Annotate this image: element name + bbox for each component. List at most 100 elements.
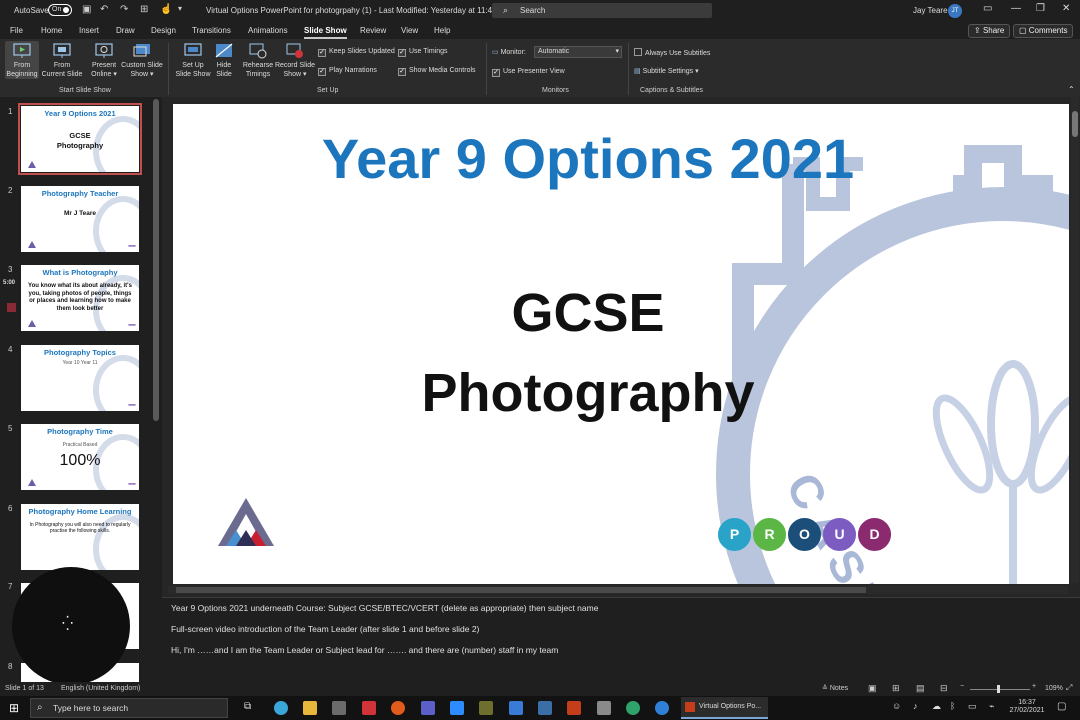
bluetooth-icon[interactable]: ᛒ [950,701,955,711]
undo-icon[interactable]: ↶ [100,4,108,15]
ribbon-display-icon[interactable]: ▭ [983,3,992,14]
present-online-button[interactable]: Present Online ▾ [88,43,120,79]
tab-draw[interactable]: Draw [116,26,135,35]
tab-animations[interactable]: Animations [248,26,288,35]
slideshow-view-icon[interactable]: ⊟ [940,683,948,694]
customize-qat-icon[interactable]: ▾ [178,4,182,13]
hide-slide-button[interactable]: Hide Slide [212,43,236,79]
app-orange-icon[interactable] [391,701,405,715]
speaker-notes-pane[interactable]: Year 9 Options 2021 underneath Course: S… [162,597,1080,682]
search-input[interactable]: ⌕ Search [492,3,712,18]
teams-icon[interactable] [421,701,435,715]
mail-icon[interactable] [509,701,523,715]
onedrive-icon[interactable]: ☁ [932,701,941,712]
slide-thumbnail-5[interactable]: Photography Time Practical Based 100% ●●… [21,424,139,490]
slide-subtitle-line-2[interactable]: Photography [173,362,1003,424]
zoom-app-icon[interactable] [450,701,464,715]
collapse-ribbon-icon[interactable]: ⌃ [1068,85,1075,94]
notifications-icon[interactable]: ▢ [1057,701,1066,712]
battery-icon[interactable]: ▭ [968,701,977,712]
custom-slide-show-button[interactable]: Custom Slide Show ▾ [120,43,164,79]
set-up-slide-show-button[interactable]: Set Up Slide Show [174,43,212,79]
acrobat-icon[interactable] [362,701,376,715]
reading-view-icon[interactable]: ▤ [916,683,925,694]
zoom-slider-thumb[interactable] [997,685,1000,693]
from-current-slide-button[interactable]: From Current Slide [41,43,83,79]
autosave-toggle[interactable]: On [48,4,72,16]
present-icon[interactable]: ⊞ [140,4,148,15]
save-icon[interactable]: ▣ [82,4,91,15]
from-beginning-button[interactable]: From Beginning [5,41,39,79]
fit-to-window-icon[interactable]: ⤢ [1066,683,1072,693]
restore-icon[interactable]: ❐ [1036,3,1045,14]
zoom-level[interactable]: 109% [1045,685,1063,692]
tab-slide-show[interactable]: Slide Show [304,26,347,39]
minimize-icon[interactable]: — [1011,3,1021,14]
slide-thumbnail-6[interactable]: Photography Home Learning In Photography… [21,504,139,570]
show-media-controls-checkbox[interactable]: ✓ Show Media Controls [398,67,476,76]
slide-title[interactable]: Year 9 Options 2021 [173,126,1003,191]
share-button[interactable]: ⇪ Share [968,24,1011,38]
slide-sorter-icon[interactable]: ⊞ [892,683,900,694]
redo-icon[interactable]: ↷ [120,4,128,15]
monitor-select[interactable]: Automatic ▾ [534,46,622,58]
system-clock[interactable]: 16:37 27/02/2021 [1004,699,1050,715]
slide-subtitle-line-1[interactable]: GCSE [173,282,1003,344]
microphone-icon[interactable]: ♪ [913,701,918,711]
rehearse-timings-button[interactable]: Rehearse Timings [240,43,276,79]
current-slide[interactable]: CASTLE Year 9 Options 2021 GCSE Photogra… [173,104,1069,584]
thumbnail-scrollbar[interactable] [153,99,159,421]
slide-thumbnail-2[interactable]: Photography Teacher Mr J Teare ●●●●● [21,186,139,252]
record-stop-icon[interactable] [7,303,16,312]
tab-insert[interactable]: Insert [79,26,99,35]
people-icon[interactable]: ☺ [892,701,901,711]
play-narrations-checkbox[interactable]: ✓ Play Narrations [318,67,377,76]
file-explorer-icon[interactable] [303,701,317,715]
zoom-out-icon[interactable]: − [960,683,964,690]
tab-transitions[interactable]: Transitions [192,26,231,35]
user-name[interactable]: Jay Teare [913,6,948,15]
tab-design[interactable]: Design [151,26,176,35]
tab-file[interactable]: File [10,26,23,35]
slide-thumbnail-4[interactable]: Photography Topics Year 10 Year 11 ●●●●● [21,345,139,411]
normal-view-icon[interactable]: ▣ [868,683,877,694]
note-line[interactable]: Full-screen video introduction of the Te… [171,624,479,634]
word-icon[interactable] [538,701,552,715]
always-use-subtitles-checkbox[interactable]: Always Use Subtitles [634,48,710,57]
keep-slides-updated-checkbox[interactable]: ✓ Keep Slides Updated [318,48,395,57]
touch-mode-icon[interactable]: ☝ [160,4,172,15]
app-gray-icon[interactable] [597,701,611,715]
windows-start-icon[interactable]: ⊞ [9,701,19,715]
language-indicator[interactable]: English (United Kingdom) [61,685,140,692]
note-line[interactable]: Year 9 Options 2021 underneath Course: S… [171,603,598,613]
avatar[interactable]: JT [948,4,962,18]
horizontal-scrollbar[interactable] [168,586,1068,594]
document-title[interactable]: Virtual Options PowerPoint for photogrpa… [206,6,503,15]
zoom-slider[interactable] [970,689,1030,690]
close-icon[interactable]: ✕ [1062,3,1070,14]
powerpoint-icon[interactable] [567,701,581,715]
tab-help[interactable]: Help [434,26,450,35]
tab-view[interactable]: View [401,26,418,35]
tab-home[interactable]: Home [41,26,62,35]
slide-thumbnail-3[interactable]: What is Photography You know what its ab… [21,265,139,331]
note-line[interactable]: Hi, I'm ……and I am the Team Leader or Su… [171,645,558,655]
subtitle-settings-button[interactable]: ▤ Subtitle Settings ▾ [634,67,699,75]
edge-icon[interactable] [274,701,288,715]
notes-toggle-button[interactable]: ≙ Notes [822,684,848,692]
scrollbar-thumb[interactable] [176,587,866,593]
taskbar-active-window[interactable]: Virtual Options Po... [681,697,768,719]
taskbar-search-input[interactable]: ⌕ Type here to search [30,698,228,718]
zoom-in-icon[interactable]: + [1032,683,1036,690]
network-icon[interactable]: ⌁ [989,701,994,712]
paint-icon[interactable] [332,701,346,715]
vertical-scrollbar[interactable] [1071,97,1079,583]
tab-review[interactable]: Review [360,26,386,35]
edge-browser-icon[interactable] [655,701,669,715]
sticky-notes-icon[interactable] [479,701,493,715]
comments-button[interactable]: ▢ Comments [1013,24,1074,38]
use-timings-checkbox[interactable]: ✓ Use Timings [398,48,448,57]
record-slide-show-button[interactable]: Record Slide Show ▾ [274,43,316,79]
slide-thumbnail-1[interactable]: Year 9 Options 2021 GCSE Photography [18,103,142,175]
chrome-icon[interactable] [626,701,640,715]
